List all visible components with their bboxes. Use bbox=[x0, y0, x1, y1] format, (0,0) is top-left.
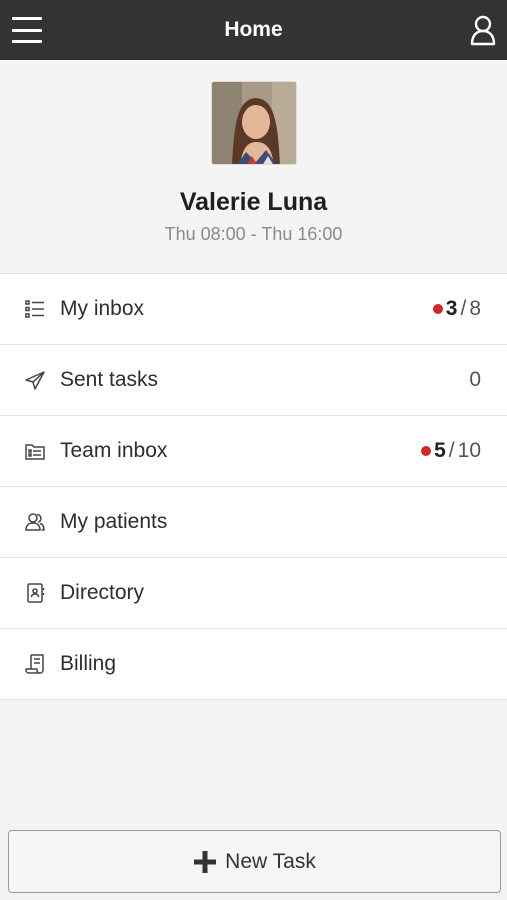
new-task-label: New Task bbox=[225, 849, 316, 873]
inbox-count: 3 / 8 bbox=[432, 297, 481, 321]
count-separator: / bbox=[448, 439, 455, 462]
people-icon bbox=[24, 511, 46, 533]
menu-item-directory[interactable]: Directory bbox=[0, 558, 507, 629]
unread-count: 5 bbox=[434, 439, 446, 462]
unread-dot bbox=[432, 304, 443, 314]
user-name: Valerie Luna bbox=[179, 188, 328, 216]
team-inbox-count: 5 / 10 bbox=[421, 439, 481, 463]
menu-item-label: Directory bbox=[60, 581, 145, 604]
page-title: Home bbox=[224, 18, 283, 41]
menu-item-label: Team inbox bbox=[60, 439, 168, 462]
menu-item-team-inbox[interactable]: Team inbox 5 / 10 bbox=[0, 416, 507, 487]
profile-section: Valerie Luna Thu 08:00 - Thu 16:00 bbox=[0, 60, 507, 273]
plus-icon bbox=[193, 850, 217, 874]
unread-dot bbox=[421, 446, 432, 456]
paper-plane-icon bbox=[24, 369, 46, 391]
top-app-bar: Home bbox=[0, 0, 507, 60]
list-icon bbox=[24, 298, 46, 320]
folder-list-icon bbox=[24, 440, 46, 462]
new-task-button[interactable]: New Task bbox=[8, 830, 501, 893]
total-count: 8 bbox=[469, 297, 481, 320]
menu-item-sent-tasks[interactable]: Sent tasks 0 bbox=[0, 345, 507, 416]
navigation-list: My inbox 3 / 8 Sent tasks 0 Team inbox 5… bbox=[0, 273, 507, 700]
total-count: 10 bbox=[457, 439, 481, 462]
menu-item-billing[interactable]: Billing bbox=[0, 629, 507, 700]
unread-count: 3 bbox=[445, 297, 458, 320]
hamburger-menu-icon[interactable] bbox=[12, 17, 42, 43]
avatar[interactable] bbox=[211, 81, 297, 165]
menu-item-label: My inbox bbox=[60, 297, 145, 320]
menu-item-label: Billing bbox=[60, 652, 117, 675]
sent-count: 0 bbox=[469, 368, 481, 392]
menu-item-label: My patients bbox=[60, 510, 168, 533]
receipt-icon bbox=[24, 653, 46, 675]
menu-item-my-patients[interactable]: My patients bbox=[0, 487, 507, 558]
user-profile-icon[interactable] bbox=[469, 14, 497, 46]
total-count: 0 bbox=[469, 368, 481, 391]
shift-time: Thu 08:00 - Thu 16:00 bbox=[164, 224, 343, 244]
address-book-icon bbox=[24, 582, 46, 604]
count-separator: / bbox=[460, 297, 467, 320]
menu-item-my-inbox[interactable]: My inbox 3 / 8 bbox=[0, 274, 507, 345]
menu-item-label: Sent tasks bbox=[60, 368, 159, 391]
